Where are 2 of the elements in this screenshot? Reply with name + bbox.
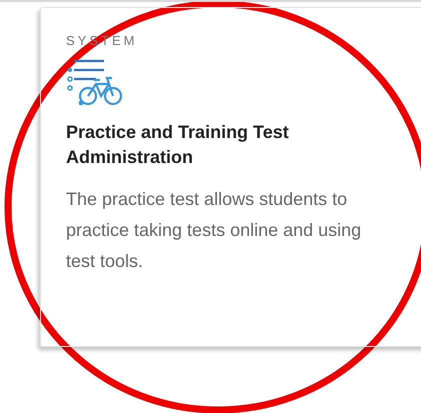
card-title: Practice and Training Test Administration: [66, 121, 290, 169]
card-description: The practice test allows students to practice taking tests online and using test tools.: [66, 188, 362, 273]
